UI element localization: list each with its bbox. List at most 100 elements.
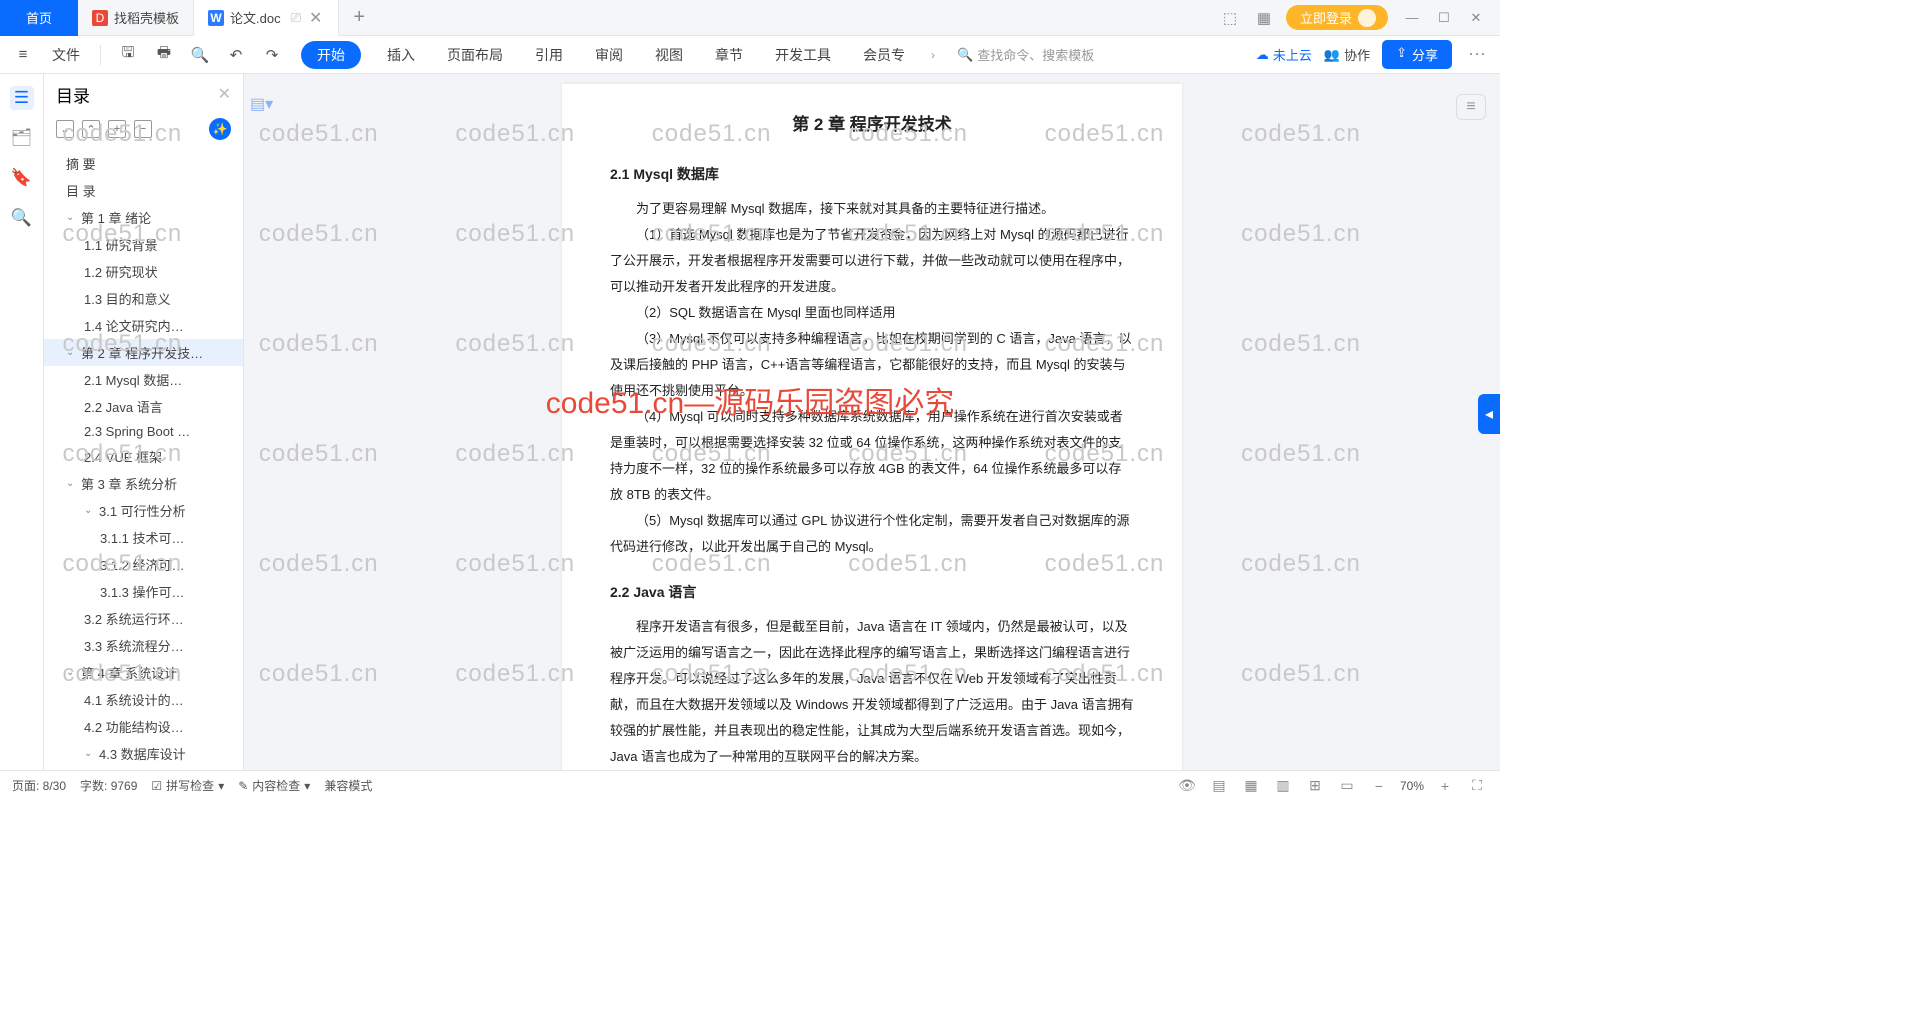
command-search[interactable]: 🔍 查找命令、搜索模板 xyxy=(957,45,1094,64)
outline-item[interactable]: 3.2 系统运行环… xyxy=(44,605,243,632)
outline-item[interactable]: ⌄第 3 章 系统分析 xyxy=(44,470,243,497)
minimize-button[interactable]: — xyxy=(1398,6,1426,30)
tab-insert[interactable]: 插入 xyxy=(381,41,421,69)
outline-item[interactable]: 3.1.3 操作可… xyxy=(44,578,243,605)
tab-start[interactable]: 开始 xyxy=(301,41,361,69)
bookmark-icon[interactable]: 🔖 xyxy=(10,166,34,190)
chevron-down-icon: ⌄ xyxy=(84,505,94,516)
outline-list[interactable]: 摘 要目 录⌄第 1 章 绪论1.1 研究背景1.2 研究现状 1.3 目的和意义… xyxy=(44,144,243,770)
more-icon[interactable]: ⋯ xyxy=(1464,44,1490,65)
share-button[interactable]: ⇪ 分享 xyxy=(1382,40,1452,69)
page-indicator[interactable]: 页面: 8/30 xyxy=(12,777,66,794)
close-window-button[interactable]: ✕ xyxy=(1462,6,1490,30)
tab-view[interactable]: 视图 xyxy=(649,41,689,69)
chevron-right-icon[interactable]: › xyxy=(931,48,935,62)
paragraph-tool-icon[interactable]: ▤▾ xyxy=(250,94,274,118)
outline-item[interactable]: 2.4 VUE 框架 xyxy=(44,443,243,470)
view-outline-icon[interactable]: ▥ xyxy=(1272,775,1294,797)
outline-item[interactable]: ⌄3.1 可行性分析 xyxy=(44,497,243,524)
separator xyxy=(100,45,101,65)
outline-item[interactable]: 4.3.1 数据库… xyxy=(44,767,243,770)
view-web-icon[interactable]: ▦ xyxy=(1240,775,1262,797)
undo-icon[interactable]: ↶ xyxy=(223,42,249,68)
outline-item[interactable]: ⌄第 4 章 系统设计 xyxy=(44,659,243,686)
outline-item[interactable]: 目 录 xyxy=(44,177,243,204)
outline-item[interactable]: 摘 要 xyxy=(44,150,243,177)
paragraph: 为了更容易理解 Mysql 数据库，接下来就对其具备的主要特征进行描述。 xyxy=(610,196,1134,222)
section-icon[interactable]: ▭ xyxy=(1336,775,1358,797)
zoom-in-icon[interactable]: + xyxy=(1434,775,1456,797)
preview-icon[interactable]: 🔍 xyxy=(187,42,213,68)
cloud-status[interactable]: ☁ 未上云 xyxy=(1256,45,1312,64)
outline-item[interactable]: 4.1 系统设计的… xyxy=(44,686,243,713)
tab-document[interactable]: W 论文.doc ⎚ ✕ xyxy=(194,0,339,36)
outline-item[interactable]: 1.4 论文研究内… xyxy=(44,312,243,339)
print-icon[interactable]: 🖶 xyxy=(151,42,177,68)
ai-assistant-icon[interactable]: ✨ xyxy=(209,118,231,140)
menu-icon[interactable]: ≡ xyxy=(10,42,36,68)
chevron-down-icon: ⌄ xyxy=(66,347,76,358)
outline-item-label: 1.3 目的和意义 xyxy=(84,289,171,308)
tab-device-icon[interactable]: ⎚ xyxy=(291,10,301,26)
apps-icon[interactable]: ▦ xyxy=(1252,6,1276,30)
collab-button[interactable]: 👥 协作 xyxy=(1324,45,1370,64)
outline-item[interactable]: 2.3 Spring Boot … xyxy=(44,420,243,443)
clipboard-icon[interactable]: 🗂 xyxy=(10,126,34,150)
close-icon[interactable]: ✕ xyxy=(218,84,231,104)
word-count[interactable]: 字数: 9769 xyxy=(80,777,137,794)
tab-label: 论文.doc xyxy=(230,8,281,27)
redo-icon[interactable]: ↷ xyxy=(259,42,285,68)
layout-icon[interactable]: ⬚ xyxy=(1218,6,1242,30)
tab-review[interactable]: 审阅 xyxy=(589,41,629,69)
login-button[interactable]: 立即登录 xyxy=(1286,5,1388,30)
side-tool-icon[interactable]: ≡ xyxy=(1456,94,1486,120)
collapse-all-icon[interactable]: ⌃ xyxy=(82,120,100,138)
outline-tools: ⌄ ⌃ + − ✨ xyxy=(44,114,243,144)
tab-reference[interactable]: 引用 xyxy=(529,41,569,69)
tab-member[interactable]: 会员专 xyxy=(857,41,911,69)
spell-check[interactable]: ☑ 拼写检查 ▾ xyxy=(151,777,224,794)
eye-icon[interactable]: 👁 xyxy=(1176,775,1198,797)
avatar-icon xyxy=(1358,9,1376,27)
outline-item[interactable]: ⌄第 2 章 程序开发技… xyxy=(44,339,243,366)
view-layout-icon[interactable]: ▤ xyxy=(1208,775,1230,797)
outline-icon[interactable]: ☰ xyxy=(10,86,34,110)
outline-item[interactable]: ⌄4.3 数据库设计 xyxy=(44,740,243,767)
chevron-down-icon: ⌄ xyxy=(66,667,76,678)
tab-page-layout[interactable]: 页面布局 xyxy=(441,41,509,69)
outline-item[interactable]: 2.2 Java 语言 xyxy=(44,393,243,420)
outline-item-label: 3.3 系统流程分… xyxy=(84,636,184,655)
document-area[interactable]: ▤▾ ≡ ◂ 第 2 章 程序开发技术 2.1 Mysql 数据库 为了更容易理… xyxy=(244,74,1500,770)
outline-item[interactable]: 1.1 研究背景 xyxy=(44,231,243,258)
outline-item[interactable]: 1.2 研究现状 xyxy=(44,258,243,285)
outline-item[interactable]: 1.3 目的和意义 xyxy=(44,285,243,312)
minus-icon[interactable]: − xyxy=(134,120,152,138)
save-icon[interactable]: 🖫 xyxy=(115,42,141,68)
close-icon[interactable]: ✕ xyxy=(307,8,324,28)
outline-item[interactable]: ⌄第 1 章 绪论 xyxy=(44,204,243,231)
expand-all-icon[interactable]: ⌄ xyxy=(56,120,74,138)
new-tab-button[interactable]: + xyxy=(339,6,379,29)
tab-home[interactable]: 首页 xyxy=(0,0,78,36)
feedback-flag-icon[interactable]: ◂ xyxy=(1478,394,1500,434)
tab-dev-tools[interactable]: 开发工具 xyxy=(769,41,837,69)
zoom-out-icon[interactable]: − xyxy=(1368,775,1390,797)
outline-item[interactable]: 3.1.2 经济可… xyxy=(44,551,243,578)
compat-mode: 兼容模式 xyxy=(324,777,372,794)
outline-item[interactable]: 2.1 Mysql 数据… xyxy=(44,366,243,393)
plus-icon[interactable]: + xyxy=(108,120,126,138)
content-check[interactable]: ✎ 内容检查 ▾ xyxy=(238,777,310,794)
zoom-level[interactable]: 70% xyxy=(1400,779,1424,793)
ruler-icon[interactable]: ⊞ xyxy=(1304,775,1326,797)
tab-chapter[interactable]: 章节 xyxy=(709,41,749,69)
fullscreen-icon[interactable]: ⛶ xyxy=(1466,775,1488,797)
outline-item-label: 2.1 Mysql 数据… xyxy=(84,370,182,389)
outline-item-label: 2.2 Java 语言 xyxy=(84,397,163,416)
outline-item[interactable]: 3.3 系统流程分… xyxy=(44,632,243,659)
tab-template[interactable]: D 找稻壳模板 xyxy=(78,0,194,36)
outline-item[interactable]: 4.2 功能结构设… xyxy=(44,713,243,740)
outline-item[interactable]: 3.1.1 技术可… xyxy=(44,524,243,551)
file-menu[interactable]: 文件 xyxy=(46,41,86,69)
find-icon[interactable]: 🔍 xyxy=(10,206,34,230)
maximize-button[interactable]: ☐ xyxy=(1430,6,1458,30)
